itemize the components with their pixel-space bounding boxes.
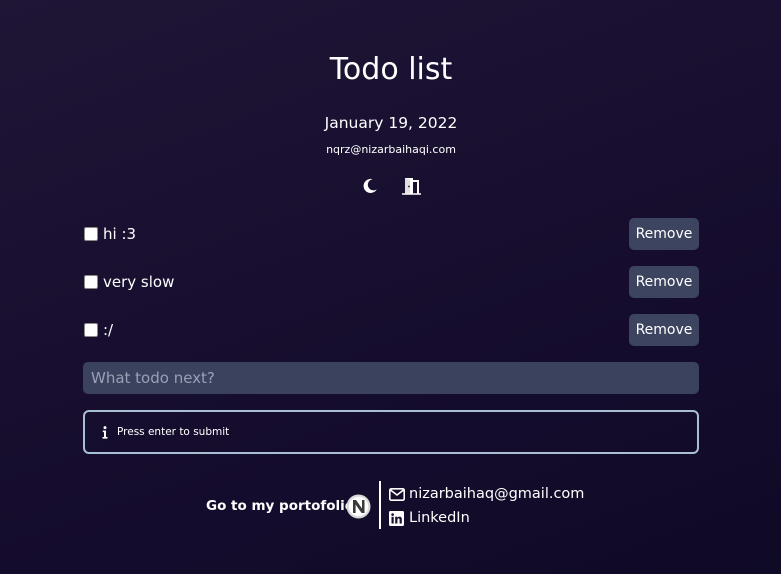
envelope-icon	[389, 486, 405, 502]
email-label: nizarbaihaq@gmail.com	[409, 486, 585, 502]
todo-checkbox[interactable]	[84, 275, 98, 289]
remove-button[interactable]: Remove	[629, 218, 699, 250]
remove-button[interactable]: Remove	[629, 314, 699, 346]
current-date: January 19, 2022	[324, 114, 458, 132]
user-email: nqrz@nizarbaihaqi.com	[326, 143, 456, 156]
portfolio-link[interactable]: Go to my portofolio	[206, 496, 354, 516]
submit-hint: Press enter to submit	[83, 410, 699, 454]
todo-checkbox[interactable]	[84, 323, 98, 337]
footer-divider	[379, 481, 381, 529]
todo-item: :/ Remove	[83, 314, 699, 346]
info-icon	[101, 425, 109, 439]
linkedin-icon	[389, 510, 405, 526]
todo-item: very slow Remove	[83, 266, 699, 298]
toolbar	[83, 175, 699, 197]
todo-label: :/	[103, 321, 114, 339]
todo-item: hi :3 Remove	[83, 218, 699, 250]
n-logo-icon[interactable]	[346, 494, 371, 519]
hint-text: Press enter to submit	[117, 426, 230, 438]
footer: Go to my portofolio nizarbaihaq@gmail.co…	[0, 481, 781, 531]
linkedin-link[interactable]: LinkedIn	[389, 507, 470, 529]
remove-button[interactable]: Remove	[629, 266, 699, 298]
new-todo-input[interactable]	[83, 362, 699, 394]
door-exit-icon[interactable]	[402, 175, 422, 197]
todo-checkbox[interactable]	[84, 227, 98, 241]
email-link[interactable]: nizarbaihaq@gmail.com	[389, 483, 584, 505]
todo-label: hi :3	[103, 225, 137, 243]
page-title: Todo list	[329, 52, 453, 87]
moon-icon[interactable]	[360, 175, 380, 197]
linkedin-label: LinkedIn	[409, 510, 470, 526]
todo-label: very slow	[103, 273, 175, 291]
